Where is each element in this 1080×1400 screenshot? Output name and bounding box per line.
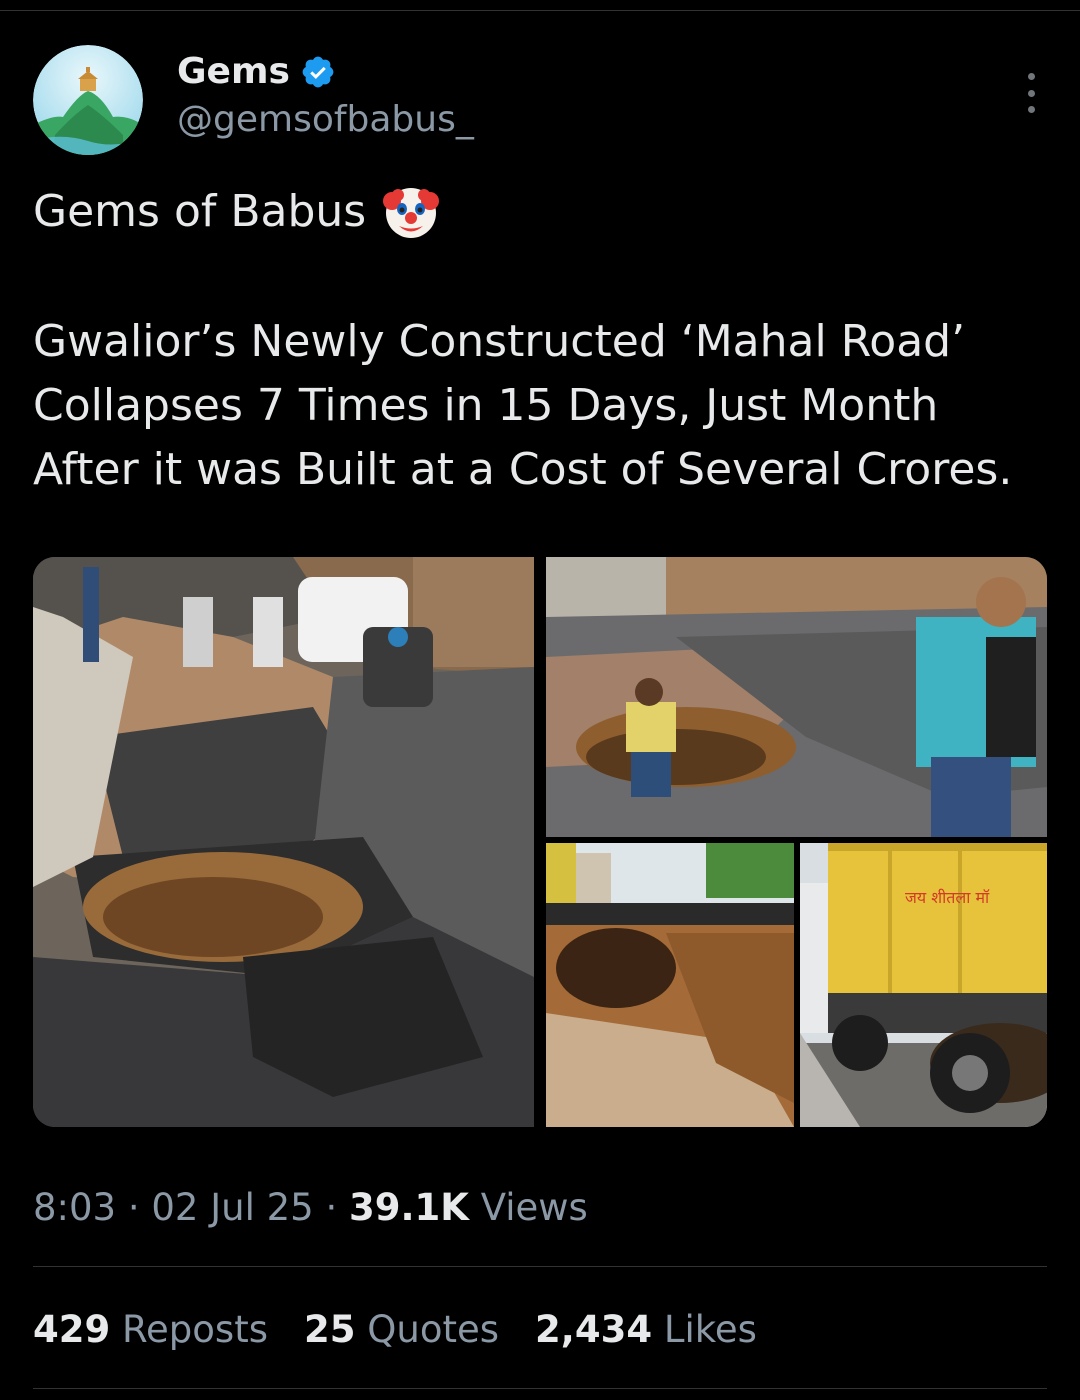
reposts-count: 429 [33, 1308, 111, 1351]
clown-face-icon [382, 183, 440, 241]
likes-count: 2,434 [535, 1308, 653, 1351]
tweet-time[interactable]: 8:03 [33, 1186, 116, 1229]
likes-label: Likes [663, 1308, 757, 1351]
quotes-count: 25 [304, 1308, 356, 1351]
tweet-header: Gems @gemsofbabus_ [33, 45, 1048, 157]
reposts-label: Reposts [122, 1308, 268, 1351]
photo-deep-pit[interactable] [546, 843, 794, 1127]
meta-separator-1: · [127, 1186, 140, 1229]
media-grid[interactable]: जय शीतला मॉ [33, 557, 1047, 1127]
name-row: Gems [177, 51, 336, 92]
tweet-date[interactable]: 02 Jul 25 [151, 1186, 313, 1229]
tweet-text: Gems of Babus Gwalior’s Newly Constructe… [33, 180, 1053, 502]
verified-badge-icon[interactable] [300, 54, 336, 90]
user-handle[interactable]: @gemsofbabus_ [177, 99, 474, 140]
likes-stat[interactable]: 2,434 Likes [535, 1308, 757, 1351]
truck-sign-text: जय शीतला मॉ [905, 888, 990, 907]
quotes-stat[interactable]: 25 Quotes [304, 1308, 499, 1351]
meta-separator-2: · [325, 1186, 338, 1229]
photo-reporter-in-crater[interactable] [546, 557, 1047, 837]
display-name[interactable]: Gems [177, 51, 290, 92]
avatar[interactable] [33, 45, 143, 155]
photo-truck-sinking[interactable]: जय शीतला मॉ [800, 843, 1047, 1127]
views-label: Views [480, 1186, 588, 1229]
quotes-label: Quotes [367, 1308, 500, 1351]
more-options-icon[interactable] [1024, 73, 1038, 113]
stats-divider-bottom [33, 1388, 1047, 1389]
reposts-stat[interactable]: 429 Reposts [33, 1308, 268, 1351]
top-divider [0, 10, 1080, 11]
tweet-meta: 8:03 · 02 Jul 25 · 39.1K Views [33, 1186, 588, 1229]
tweet-first-line: Gems of Babus [33, 186, 367, 237]
stats-divider-top [33, 1266, 1047, 1267]
tweet-body: Gwalior’s Newly Constructed ‘Mahal Road’… [33, 316, 1013, 495]
photo-road-collapse-main[interactable] [33, 557, 534, 1127]
views-count: 39.1K [349, 1186, 469, 1229]
engagement-stats: 429 Reposts 25 Quotes 2,434 Likes [33, 1308, 793, 1351]
